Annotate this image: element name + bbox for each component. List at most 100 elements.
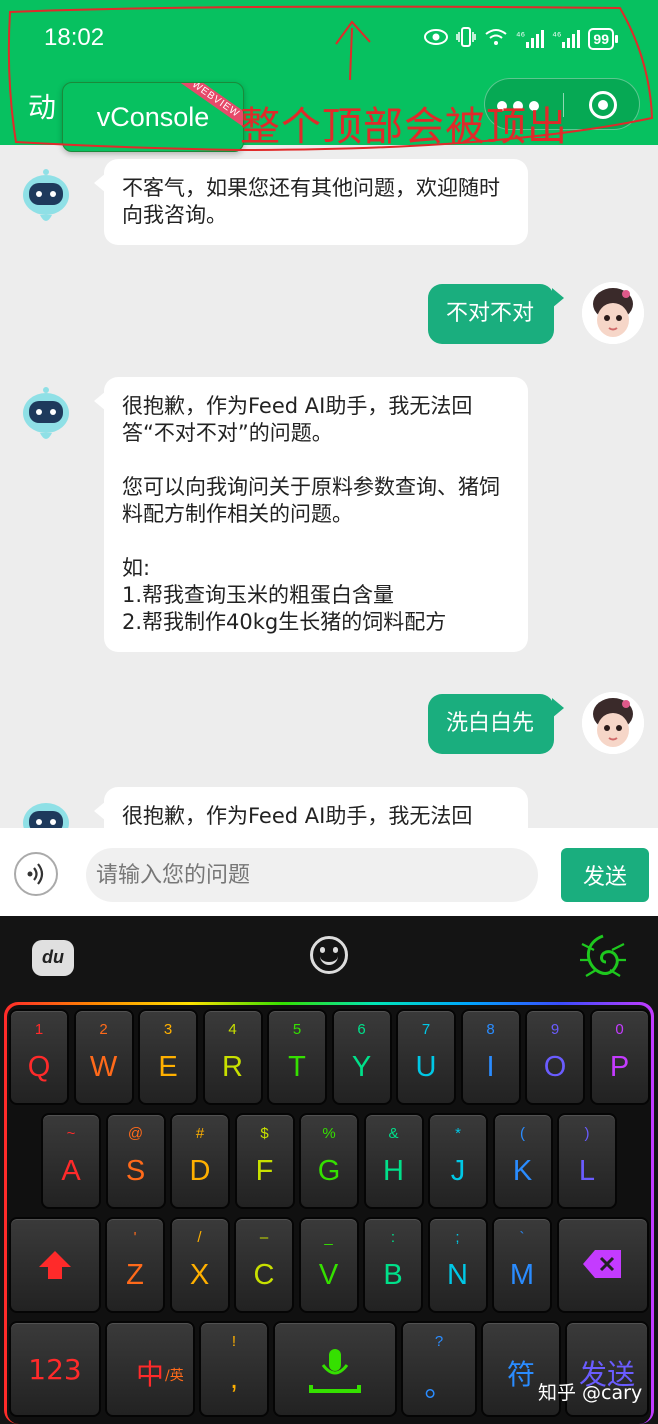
key-m[interactable]: ` M [492,1217,552,1313]
key-primary-label: U [415,1051,437,1083]
key-secondary-label: @ [127,1125,144,1142]
annotation-text: 整个顶部会被顶出 [240,104,568,150]
key-secondary-label: – [259,1229,269,1246]
key-q[interactable]: 1Q [9,1009,69,1105]
key-secondary-label: ? [434,1333,444,1350]
key-d[interactable]: # D [170,1113,230,1209]
key-primary-label: M [509,1259,535,1291]
keyboard-toolbar: du [0,916,658,998]
vconsole-label: vConsole [96,101,210,132]
user-avatar [582,282,644,344]
key-i[interactable]: 8I [460,1009,521,1105]
key-primary-label: K [512,1155,533,1187]
backspace-key[interactable] [557,1217,649,1313]
bot-avatar [23,387,69,439]
key-primary-label: , [229,1363,239,1395]
vconsole-button[interactable]: vConsole WEBVIEW [62,82,244,152]
key-secondary-label: ~ [66,1125,76,1142]
key-secondary-label: % [322,1125,336,1142]
language-switch-key[interactable]: 中/英 [105,1321,195,1417]
network-type-label: ⁴⁶ [515,30,526,42]
key-secondary-label: ' [133,1229,137,1246]
message-input[interactable] [86,848,538,902]
question-period-key[interactable]: ?。 [401,1321,477,1417]
bot-message-bubble: 很抱歉，作为Feed AI助手，我无法回 [94,787,528,828]
key-y[interactable]: 6Y [331,1009,392,1105]
key-primary-label: W [89,1051,118,1083]
shift-arrow-icon [39,1251,71,1279]
key-j[interactable]: * J [428,1113,488,1209]
message-line: 很抱歉，作为Feed AI助手，我无法回答“不对不对”的问题。 [122,394,473,445]
network-type-label: ⁴⁶ [552,30,562,42]
key-b[interactable]: :B [363,1217,423,1313]
key-primary-label: Y [351,1051,372,1083]
key-l[interactable]: ) L [557,1113,617,1209]
key-secondary-label: 6 [357,1021,366,1038]
key-o[interactable]: 9O [525,1009,585,1105]
key-v[interactable]: _ V [298,1217,359,1313]
key-primary-label: F [255,1155,274,1187]
language-key-sub-label: /英 [165,1368,184,1384]
space-voice-key[interactable] [273,1321,397,1417]
key-primary-label: L [578,1155,596,1187]
key-secondary-label: / [197,1229,202,1246]
key-a[interactable]: ~ A [41,1113,101,1209]
close-target-icon[interactable] [589,91,617,119]
key-secondary-label: # [195,1125,205,1142]
user-avatar [582,692,644,754]
key-secondary-label: : [390,1229,396,1246]
emoji-icon[interactable] [310,936,348,974]
key-secondary-label: & [388,1125,399,1142]
key-n[interactable]: ; N [427,1217,488,1313]
vibrate-icon [456,26,476,53]
key-primary-label: J [450,1155,466,1187]
key-u[interactable]: 7U [396,1009,456,1105]
punctuation-key[interactable]: !, [199,1321,269,1417]
soft-keyboard: du 1 Q 2 W 3 E 4 R 5 T 6 Y 7 U 8 I 9 O 0 P ~ A @ S # D $ F% G & H * J(K)… [0,916,658,1424]
numbers-key-label: 123 [28,1353,82,1386]
page-title: 动 [28,91,57,124]
key-e[interactable]: 3E [138,1009,198,1105]
baidu-ime-logo-icon[interactable]: du [32,940,74,976]
numbers-key[interactable]: 123 [9,1321,101,1417]
key-secondary-label: ; [455,1229,460,1246]
user-message-bubble: 不对不对 [428,284,564,344]
razer-logo-icon[interactable] [574,930,632,988]
key-secondary-label: ( [520,1125,525,1142]
key-primary-label: A [61,1155,81,1187]
key-secondary-label: 8 [486,1021,495,1038]
key-h[interactable]: & H [363,1113,424,1209]
key-primary-label: Z [126,1259,144,1291]
message-line [122,528,510,555]
key-g[interactable]: % G [299,1113,359,1209]
key-w[interactable]: 2W [73,1009,134,1105]
key-s[interactable]: @ S [105,1113,166,1209]
key-secondary-label: 3 [163,1021,173,1038]
voice-input-button[interactable] [14,852,58,896]
status-icons: ⁴⁶ ⁴⁶ 99 [423,24,618,54]
keyboard-body: 1 Q 2 W 3 E 4 R 5 T 6 Y 7 U 8 I 9 O 0 P ~ A @ S # D $ F% G & H * J(K) L ' Z… [4,1002,654,1424]
key-p[interactable]: 0P [589,1009,650,1105]
key-x[interactable]: / X [169,1217,230,1313]
key-c[interactable]: – C [234,1217,294,1313]
key-secondary-label: ` [519,1229,525,1246]
status-time: 18:02 [44,24,105,51]
key-secondary-label: 4 [228,1021,237,1038]
key-primary-label: S [125,1155,146,1187]
key-z[interactable]: ' Z [105,1217,165,1313]
key-primary-label: B [383,1259,403,1291]
signal-icon-2: ⁴⁶ [552,30,581,48]
key-primary-label: 。 [424,1371,454,1403]
key-t[interactable]: 5T [267,1009,327,1105]
bot-avatar [23,803,69,828]
send-button[interactable]: 发送 [561,848,649,902]
message-line: 2.帮我制作40kg生长猪的饲料配方 [122,610,447,634]
key-r[interactable]: 4R [202,1009,263,1105]
key-primary-label: V [318,1259,339,1291]
key-k[interactable]: (K [492,1113,553,1209]
key-f[interactable]: $ F [234,1113,295,1209]
shift-key[interactable] [9,1217,101,1313]
key-secondary-label: * [455,1125,461,1142]
chat-list[interactable]: 不客气，如果您还有其他问题，欢迎随时向我咨询。 不对不对 很抱歉，作为Feed … [0,145,658,828]
microphone-icon [309,1349,361,1393]
